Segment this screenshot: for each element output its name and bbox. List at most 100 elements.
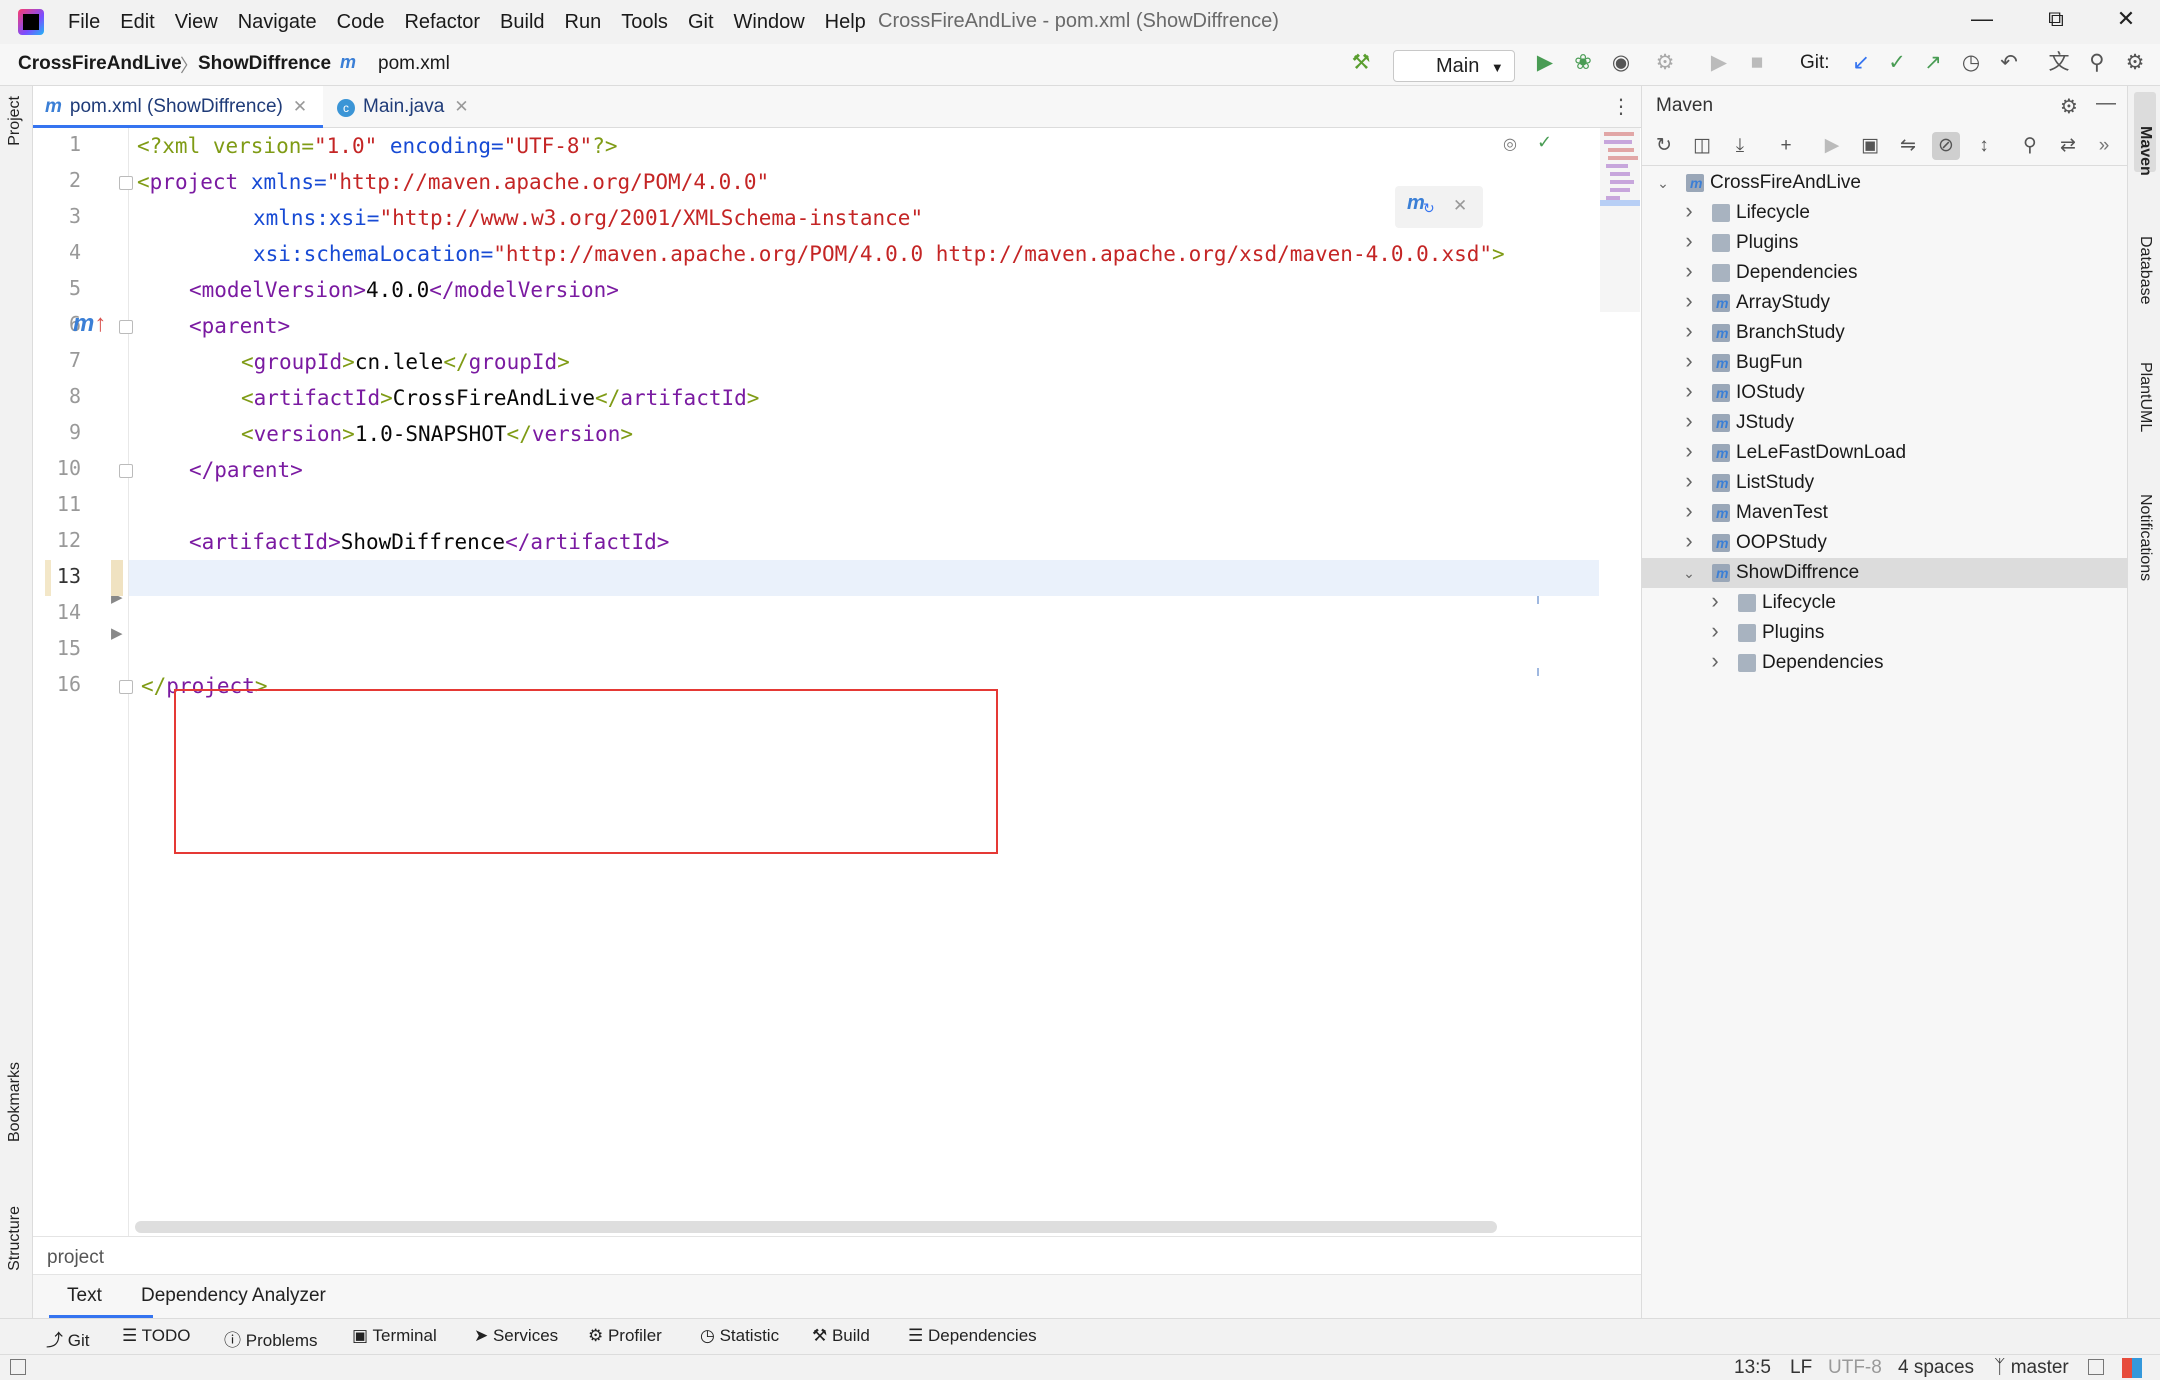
stop-icon[interactable]: ■ bbox=[1744, 50, 1770, 76]
chevron-right-icon[interactable]: › bbox=[1682, 468, 1696, 494]
chevron-right-icon[interactable]: › bbox=[1708, 648, 1722, 674]
structure-tool-button[interactable]: Structure bbox=[6, 1206, 24, 1271]
git-commit-icon[interactable]: ✓ bbox=[1884, 50, 1910, 76]
more-icon[interactable]: » bbox=[2090, 132, 2118, 160]
execute-goal-icon[interactable]: ▣ bbox=[1856, 132, 1884, 160]
code-editor[interactable]: 1 2 3 4 5 6 7 8 9 10 11 12 13 14 15 16 m… bbox=[33, 128, 1641, 1236]
notifications-tool-button[interactable]: Notifications bbox=[2136, 494, 2154, 581]
close-tab-icon[interactable]: ✕ bbox=[293, 97, 307, 116]
add-project-icon[interactable]: + bbox=[1772, 132, 1800, 160]
layout-toggle-icon[interactable] bbox=[10, 1359, 26, 1375]
maven-parent-gutter-icon[interactable]: m↑ bbox=[73, 310, 106, 338]
maven-tree-item[interactable]: › ListStudy bbox=[1642, 468, 2128, 498]
code-minimap[interactable] bbox=[1600, 128, 1640, 312]
maven-tree-item[interactable]: › OOPStudy bbox=[1642, 528, 2128, 558]
translate-icon[interactable]: 文 bbox=[2046, 50, 2072, 76]
restore-button[interactable]: ⧉ bbox=[2036, 6, 2076, 38]
maven-tree-item[interactable]: › Lifecycle bbox=[1642, 588, 2128, 618]
build-tool-button[interactable]: ⚒ Build bbox=[812, 1326, 870, 1346]
file-encoding[interactable]: UTF-8 bbox=[1828, 1357, 1882, 1379]
close-window-button[interactable]: ✕ bbox=[2106, 6, 2146, 38]
breadcrumb-project[interactable]: CrossFireAndLive bbox=[18, 53, 182, 75]
inspection-ok-icon[interactable]: ✓ bbox=[1537, 132, 1552, 153]
chevron-right-icon[interactable]: › bbox=[1682, 498, 1696, 524]
menu-build[interactable]: Build bbox=[490, 11, 554, 34]
search-icon[interactable]: ⚲ bbox=[2084, 50, 2110, 76]
profiler-tool-button[interactable]: ⚙ Profiler bbox=[588, 1326, 662, 1346]
fold-arrow-icon[interactable]: ▶ bbox=[111, 624, 123, 642]
build-hammer-icon[interactable]: ⚒ bbox=[1348, 50, 1374, 76]
bookmarks-tool-button[interactable]: Bookmarks bbox=[6, 1062, 24, 1142]
reader-mode-icon[interactable]: ◎ bbox=[1503, 134, 1517, 154]
dependencies-tool-button[interactable]: ☰ Dependencies bbox=[908, 1326, 1037, 1346]
git-branch[interactable]: ᛉ master bbox=[1994, 1357, 2069, 1379]
tab-text[interactable]: Text bbox=[67, 1285, 102, 1307]
services-tool-button[interactable]: ➤ Services bbox=[474, 1326, 558, 1346]
terminal-tool-button[interactable]: ▣ Terminal bbox=[352, 1326, 437, 1346]
menu-edit[interactable]: Edit bbox=[110, 11, 164, 34]
maven-tree-item[interactable]: ⌄ CrossFireAndLive bbox=[1642, 168, 2128, 198]
toggle-offline-icon[interactable]: ⇋ bbox=[1894, 132, 1922, 160]
fold-marker-icon[interactable] bbox=[119, 464, 133, 478]
menu-run[interactable]: Run bbox=[555, 11, 612, 34]
breadcrumb-file[interactable]: pom.xml bbox=[378, 53, 450, 75]
problems-tool-button[interactable]: ⓘ Problems bbox=[224, 1326, 318, 1351]
run-icon[interactable]: ▶ bbox=[1532, 50, 1558, 76]
chevron-right-icon[interactable]: › bbox=[1682, 288, 1696, 314]
editor-breadcrumb[interactable]: project bbox=[33, 1236, 1641, 1274]
chevron-right-icon[interactable]: › bbox=[1682, 408, 1696, 434]
hide-panel-icon[interactable]: — bbox=[2096, 92, 2116, 115]
maven-tool-button[interactable]: Maven bbox=[2136, 126, 2154, 176]
maven-tree-item[interactable]: ⌄ ShowDiffrence bbox=[1642, 558, 2128, 588]
reload-all-icon[interactable]: ↻ bbox=[1650, 132, 1678, 160]
maven-tree-item[interactable]: › LeLeFastDownLoad bbox=[1642, 438, 2128, 468]
menu-navigate[interactable]: Navigate bbox=[228, 11, 327, 34]
menu-help[interactable]: Help bbox=[815, 11, 876, 34]
maven-tree-item[interactable]: › JStudy bbox=[1642, 408, 2128, 438]
coverage-icon[interactable]: ◉ bbox=[1608, 50, 1634, 76]
close-popup-icon[interactable]: ✕ bbox=[1453, 196, 1467, 216]
lock-icon[interactable] bbox=[2088, 1359, 2104, 1375]
run-goal-icon[interactable]: ▶ bbox=[1818, 132, 1846, 160]
chevron-right-icon[interactable]: › bbox=[1682, 228, 1696, 254]
horizontal-scrollbar[interactable] bbox=[135, 1221, 1497, 1233]
maven-tree-item[interactable]: › Lifecycle bbox=[1642, 198, 2128, 228]
analyze-deps-icon[interactable]: ⚲ bbox=[2016, 132, 2044, 160]
statistic-tool-button[interactable]: ◷ Statistic bbox=[700, 1326, 779, 1346]
resume-icon[interactable]: ▶ bbox=[1706, 50, 1732, 76]
tab-pom-xml[interactable]: m pom.xml (ShowDiffrence) ✕ bbox=[33, 86, 323, 128]
minimize-button[interactable]: — bbox=[1962, 6, 2002, 38]
menu-tools[interactable]: Tools bbox=[611, 11, 678, 34]
git-update-icon[interactable]: ↙ bbox=[1848, 50, 1874, 76]
chevron-right-icon[interactable]: › bbox=[1682, 378, 1696, 404]
tab-main-java[interactable]: c Main.java ✕ bbox=[325, 86, 515, 128]
project-tool-button[interactable]: Project bbox=[6, 96, 24, 146]
menu-view[interactable]: View bbox=[165, 11, 228, 34]
maven-tree-item[interactable]: › Dependencies bbox=[1642, 258, 2128, 288]
maven-tree-item[interactable]: › IOStudy bbox=[1642, 378, 2128, 408]
indent-setting[interactable]: 4 spaces bbox=[1898, 1357, 1974, 1379]
maven-tree-item[interactable]: › MavenTest bbox=[1642, 498, 2128, 528]
chevron-right-icon[interactable]: › bbox=[1682, 348, 1696, 374]
menu-code[interactable]: Code bbox=[327, 11, 395, 34]
maven-tree-item[interactable]: › Plugins bbox=[1642, 618, 2128, 648]
git-rollback-icon[interactable]: ↶ bbox=[1996, 50, 2022, 76]
chevron-right-icon[interactable]: › bbox=[1682, 318, 1696, 344]
breadcrumb-module[interactable]: ShowDiffrence bbox=[198, 53, 331, 75]
chevron-right-icon[interactable]: › bbox=[1708, 618, 1722, 644]
maven-tree-item[interactable]: › BugFun bbox=[1642, 348, 2128, 378]
menu-git[interactable]: Git bbox=[678, 11, 724, 34]
maven-tree-item[interactable]: › ArrayStudy bbox=[1642, 288, 2128, 318]
database-tool-button[interactable]: Database bbox=[2136, 236, 2154, 305]
fold-marker-icon[interactable] bbox=[119, 320, 133, 334]
git-tool-button[interactable]: ⤴ Git bbox=[46, 1326, 89, 1351]
profile-icon[interactable]: ⚙ bbox=[1652, 50, 1678, 76]
chevron-down-icon[interactable]: ⌄ bbox=[1682, 558, 1696, 588]
maven-tree-item[interactable]: › BranchStudy bbox=[1642, 318, 2128, 348]
chevron-right-icon[interactable]: › bbox=[1682, 258, 1696, 284]
line-separator[interactable]: LF bbox=[1790, 1357, 1812, 1379]
debug-icon[interactable]: ❀ bbox=[1570, 50, 1596, 76]
run-config-select[interactable]: Main ▼ bbox=[1393, 50, 1515, 82]
chevron-right-icon[interactable]: › bbox=[1682, 438, 1696, 464]
tab-dependency-analyzer[interactable]: Dependency Analyzer bbox=[141, 1285, 326, 1307]
